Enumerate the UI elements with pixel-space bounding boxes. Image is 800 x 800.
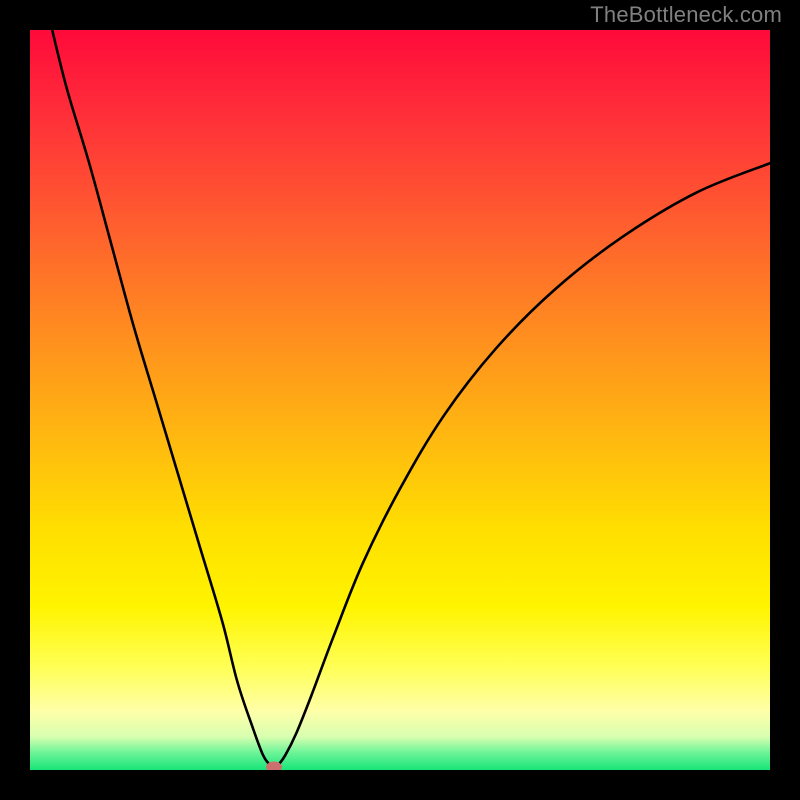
watermark-text: TheBottleneck.com xyxy=(590,2,782,28)
curve-path xyxy=(52,30,770,770)
plot-area xyxy=(30,30,770,770)
minimum-marker xyxy=(266,762,282,771)
chart-frame: TheBottleneck.com xyxy=(0,0,800,800)
bottleneck-curve xyxy=(30,30,770,770)
